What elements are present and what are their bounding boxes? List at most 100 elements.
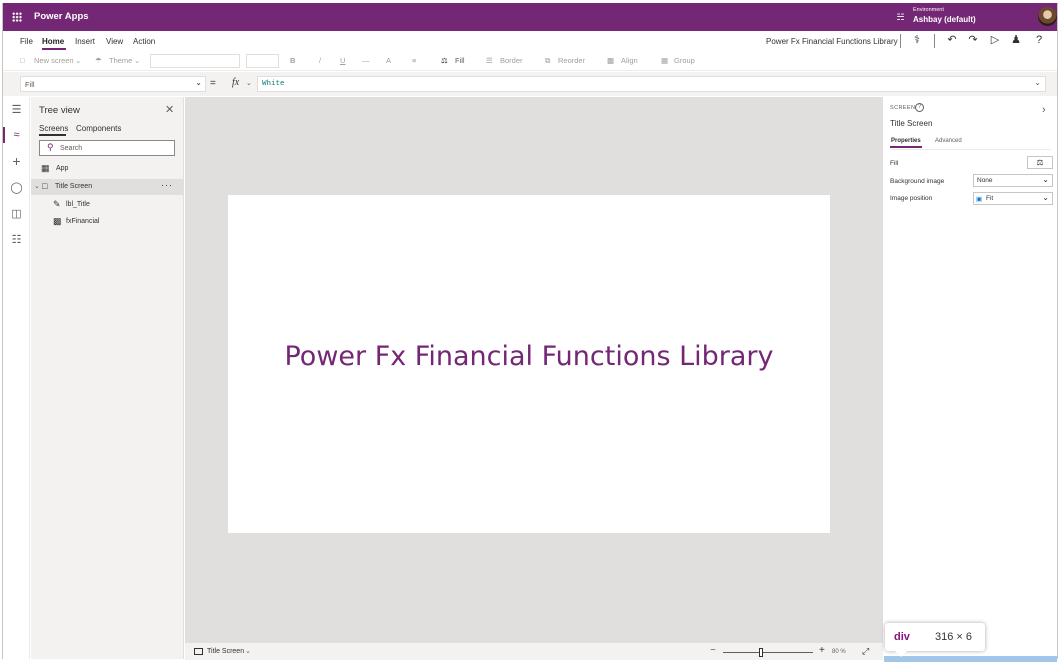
tree-search-input[interactable]: ⚲ Search	[39, 140, 175, 156]
chevron-down-icon[interactable]: ⌄	[245, 647, 251, 655]
new-screen-chevron-icon: ⌄	[75, 56, 82, 65]
share-user-icon[interactable]: ♟	[1009, 33, 1023, 47]
menu-insert[interactable]: Insert	[75, 37, 95, 46]
tree-item-lbl-title[interactable]: ✎ lbl_Title	[31, 197, 183, 213]
data-icon[interactable]: ◯	[9, 181, 24, 196]
background-image-select[interactable]: None ⌄	[973, 174, 1053, 187]
chevron-right-icon[interactable]: ›	[1042, 104, 1046, 116]
text-align-button[interactable]: ≡	[412, 56, 416, 65]
menu-view[interactable]: View	[106, 37, 123, 46]
menu-action[interactable]: Action	[133, 37, 155, 46]
background-image-value: None	[977, 177, 993, 184]
zoom-in-button[interactable]: +	[819, 645, 825, 656]
undo-icon[interactable]: ↶	[945, 33, 959, 47]
window-border	[2, 3, 3, 659]
inspect-tooltip: div 316 × 6	[885, 623, 985, 657]
hamburger-menu-icon[interactable]: ☰	[9, 103, 24, 118]
tree-item-title-screen[interactable]: ⌄ □ Title Screen ···	[31, 179, 183, 195]
left-rail: ☰ ≈ + ◯ ◫ ☷	[3, 97, 30, 659]
image-position-select[interactable]: ▣ Fit ⌄	[973, 192, 1053, 205]
tab-components[interactable]: Components	[76, 124, 121, 133]
search-icon: ⚲	[47, 142, 54, 152]
group-button[interactable]: Group	[674, 56, 695, 65]
waffle-icon[interactable]	[12, 12, 22, 22]
more-options-icon[interactable]: ···	[161, 180, 173, 190]
font-size-select[interactable]	[246, 54, 279, 68]
ribbon-toolbar: □ New screen ⌄ ☂ Theme ⌄ B / U — A ≡ ⚖ F…	[3, 51, 1057, 71]
zoom-slider-track[interactable]	[723, 652, 813, 653]
zoom-slider-thumb[interactable]	[759, 648, 763, 657]
align-button[interactable]: Align	[621, 56, 638, 65]
property-select[interactable]: Fill ⌄	[20, 76, 206, 92]
selected-control-name: Title Screen	[890, 119, 933, 128]
redo-icon[interactable]: ↷	[966, 33, 980, 47]
status-bar: Title Screen ⌄ − + 80 % ⤢	[185, 642, 883, 660]
tab-screens[interactable]: Screens	[39, 124, 68, 133]
bold-button[interactable]: B	[290, 56, 295, 65]
align-icon: ▩	[607, 56, 615, 65]
fill-color-picker[interactable]: ⚖	[1027, 156, 1053, 169]
close-icon[interactable]: ✕	[165, 103, 174, 116]
app-name[interactable]: Power Apps	[34, 11, 89, 22]
new-screen-button[interactable]: New screen	[34, 56, 74, 65]
toolbar-separator	[934, 34, 935, 48]
menu-file[interactable]: File	[20, 37, 33, 46]
border-icon: ☰	[486, 56, 493, 65]
formula-text: White	[262, 80, 285, 88]
zoom-out-button[interactable]: −	[710, 645, 716, 656]
font-color-button[interactable]: A	[386, 56, 391, 65]
environment-label: Environment	[913, 7, 944, 13]
background-image-label: Background image	[890, 178, 945, 185]
menu-home[interactable]: Home	[42, 37, 64, 46]
theme-chevron-icon: ⌄	[134, 56, 141, 65]
chevron-down-icon[interactable]: ⌄	[246, 79, 252, 87]
help-icon[interactable]: ?	[915, 103, 924, 112]
document-title[interactable]: Power Fx Financial Functions Library	[766, 37, 898, 46]
tree-view-panel: Tree view ✕ Screens Components ⚲ Search …	[31, 97, 184, 659]
fx-icon[interactable]: fx	[232, 77, 239, 88]
tree-item-app[interactable]: ▦ App	[31, 161, 183, 177]
tree-item-fxfinancial[interactable]: ▩ fxFinancial	[31, 214, 183, 230]
app-checker-icon[interactable]: ⚕	[910, 33, 924, 47]
italic-button[interactable]: /	[319, 56, 321, 65]
selected-control-kind: SCREEN	[890, 105, 916, 111]
current-screen-selector[interactable]: Title Screen	[207, 648, 244, 655]
strikethrough-button[interactable]: —	[362, 56, 370, 65]
formula-input[interactable]: White ⌄	[257, 76, 1046, 92]
chevron-down-icon: ⌄	[1042, 175, 1049, 184]
app-header: Power Apps ☵ Environment Ashbay (default…	[3, 3, 1057, 31]
environment-name[interactable]: Ashbay (default)	[913, 15, 976, 24]
chevron-down-icon: ⌄	[1042, 193, 1049, 202]
tree-view-title: Tree view	[39, 105, 80, 116]
tree-view-icon[interactable]: ≈	[9, 128, 24, 143]
component-icon: ▩	[53, 216, 62, 226]
underline-button[interactable]: U	[340, 56, 345, 65]
expand-formula-icon[interactable]: ⌄	[1034, 78, 1041, 87]
preview-play-icon[interactable]: ▷	[988, 33, 1002, 47]
rail-active-indicator	[3, 127, 5, 143]
design-canvas[interactable]: Power Fx Financial Functions Library	[185, 97, 883, 642]
fit-to-window-icon[interactable]: ⤢	[862, 646, 869, 657]
lbl-title-label[interactable]: Power Fx Financial Functions Library	[228, 341, 830, 372]
image-position-value: Fit	[986, 195, 994, 202]
help-icon[interactable]: ?	[1032, 33, 1046, 47]
divider	[890, 149, 1051, 150]
tab-properties[interactable]: Properties	[891, 138, 921, 144]
tab-advanced[interactable]: Advanced	[935, 138, 962, 144]
theme-button[interactable]: Theme	[109, 56, 132, 65]
font-family-select[interactable]	[150, 54, 240, 68]
reorder-button[interactable]: Reorder	[558, 56, 585, 65]
theme-icon: ☂	[95, 56, 102, 65]
title-screen-artboard[interactable]: Power Fx Financial Functions Library	[228, 195, 830, 533]
fill-button[interactable]: Fill	[455, 56, 465, 65]
media-icon[interactable]: ◫	[9, 207, 24, 222]
image-position-label: Image position	[890, 195, 933, 202]
advanced-tools-icon[interactable]: ☷	[9, 233, 24, 248]
insert-plus-icon[interactable]: +	[9, 154, 24, 169]
tooltip-arrow	[895, 651, 907, 657]
avatar[interactable]	[1038, 7, 1057, 26]
tree-item-label: Title Screen	[55, 183, 93, 190]
border-button[interactable]: Border	[500, 56, 523, 65]
chevron-down-icon[interactable]: ⌄	[34, 182, 40, 190]
environment-icon: ☵	[896, 12, 905, 22]
